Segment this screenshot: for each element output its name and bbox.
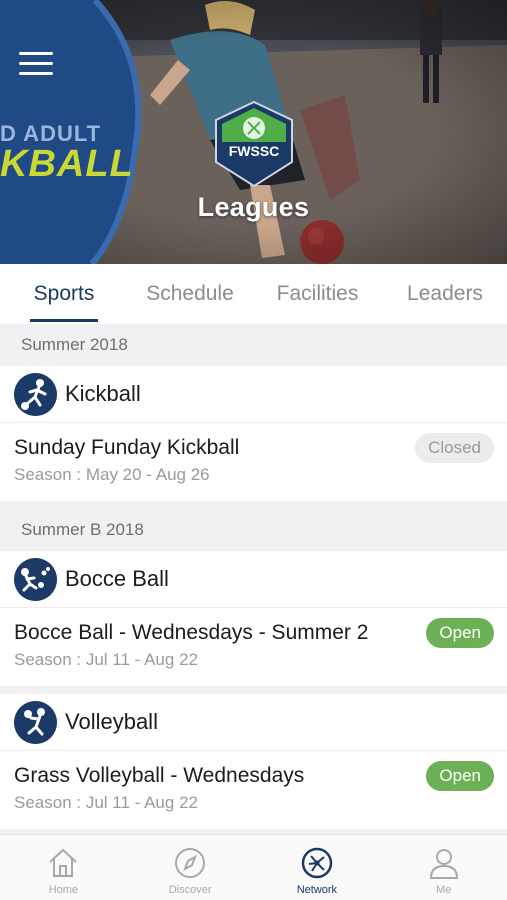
- status-badge: Open: [426, 618, 494, 648]
- compass-icon: [175, 848, 206, 878]
- active-tab-indicator: [30, 319, 98, 322]
- league-season: Season : May 20 - Aug 26: [14, 465, 210, 484]
- tab-leaders[interactable]: Leaders: [383, 264, 507, 324]
- nav-network-label: Network: [296, 884, 338, 896]
- tab-facilities[interactable]: Facilities: [252, 264, 383, 324]
- tab-sports[interactable]: Sports: [0, 264, 128, 324]
- tab-bar: Sports Schedule Facilities Leaders: [0, 264, 507, 324]
- tab-schedule[interactable]: Schedule: [128, 264, 252, 324]
- sport-header-kickball[interactable]: Kickball: [0, 366, 507, 423]
- sport-name: Volleyball: [65, 709, 158, 734]
- page-title: Leagues: [197, 192, 310, 222]
- user-icon: [429, 849, 458, 879]
- banner-text-line2: KBALL: [0, 143, 134, 185]
- nav-me[interactable]: Me: [380, 835, 507, 900]
- league-item[interactable]: Grass Volleyball - Wednesdays Season : J…: [0, 751, 507, 829]
- league-season: Season : Jul 11 - Aug 22: [14, 793, 198, 812]
- kickball-icon: [14, 372, 57, 416]
- bocce-icon: [14, 557, 57, 601]
- leagues-list[interactable]: Summer 2018 Kickball Sunday Funday Kickb…: [0, 324, 507, 834]
- sport-header-volleyball[interactable]: Volleyball: [0, 694, 507, 751]
- section-header: Summer B 2018: [0, 509, 507, 551]
- card-divider: [0, 686, 507, 694]
- bottom-nav: Home Discover Network Me: [0, 834, 507, 900]
- league-item[interactable]: Sunday Funday Kickball Season : May 20 -…: [0, 423, 507, 501]
- sport-card: Bocce Ball Bocce Ball - Wednesdays - Sum…: [0, 551, 507, 686]
- sport-card: Volleyball Grass Volleyball - Wednesdays…: [0, 694, 507, 829]
- menu-icon[interactable]: [19, 52, 53, 78]
- home-icon: [49, 848, 78, 877]
- nav-network[interactable]: Network: [254, 835, 381, 900]
- sport-header-bocce-ball[interactable]: Bocce Ball: [0, 551, 507, 608]
- status-badge: Closed: [415, 433, 494, 463]
- network-icon: [301, 847, 333, 879]
- nav-home-label: Home: [48, 884, 79, 896]
- logo-text: FWSSC: [229, 143, 280, 159]
- league-season: Season : Jul 11 - Aug 22: [14, 650, 198, 669]
- sport-name: Bocce Ball: [65, 566, 169, 591]
- nav-discover-label: Discover: [168, 884, 212, 896]
- sport-name: Kickball: [65, 381, 141, 406]
- tab-sports-label: Sports: [33, 282, 95, 305]
- nav-home[interactable]: Home: [0, 835, 127, 900]
- sport-card: Kickball Sunday Funday Kickball Season :…: [0, 366, 507, 501]
- section-header: Summer 2018: [0, 324, 507, 366]
- status-badge: Open: [426, 761, 494, 791]
- hero-banner: D ADULT KBALL FWSSC Leagues: [0, 0, 507, 264]
- tab-schedule-label: Schedule: [146, 282, 234, 305]
- volleyball-icon: [14, 700, 57, 744]
- league-item[interactable]: Bocce Ball - Wednesdays - Summer 2 Seaso…: [0, 608, 507, 686]
- nav-me-label: Me: [435, 884, 452, 896]
- tab-facilities-label: Facilities: [276, 282, 359, 305]
- nav-discover[interactable]: Discover: [127, 835, 254, 900]
- tab-leaders-label: Leaders: [407, 282, 483, 305]
- fwssc-logo: FWSSC: [215, 100, 293, 188]
